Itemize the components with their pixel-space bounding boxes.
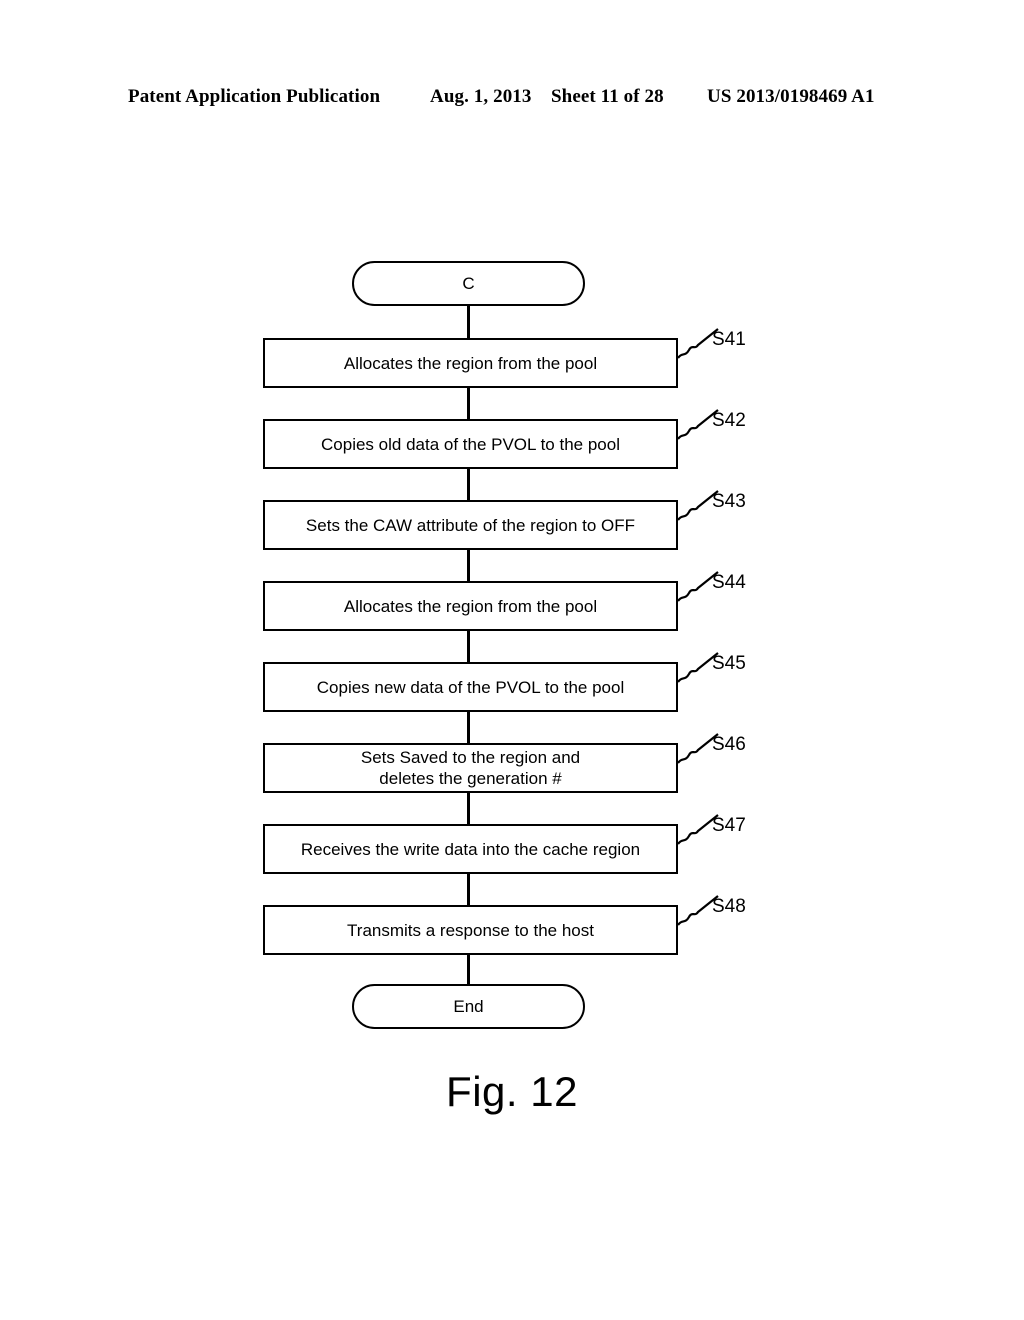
flowchart-step-s48: Transmits a response to the host	[263, 905, 678, 955]
step-s44-text: Allocates the region from the pool	[343, 596, 598, 616]
connector-s48-to-end	[467, 955, 470, 985]
step-s48-text: Transmits a response to the host	[347, 920, 594, 940]
end-terminal-label: End	[453, 997, 484, 1016]
connector-s47-to-s48	[467, 874, 470, 905]
flowchart-step-s41: Allocates the region from the pool	[263, 338, 678, 388]
connector-s42-to-s43	[467, 469, 470, 500]
flowchart-end-terminal: End	[352, 984, 585, 1029]
step-label-s47: S47	[712, 815, 746, 836]
step-label-s45: S45	[712, 653, 746, 674]
step-label-s48: S48	[712, 896, 746, 917]
figure-caption: Fig. 12	[446, 1068, 578, 1115]
flowchart-diagram: C Allocates the region from the pool S41…	[0, 0, 1024, 1320]
connector-s45-to-s46	[467, 712, 470, 743]
step-label-s41: S41	[712, 329, 746, 350]
flowchart-step-s42: Copies old data of the PVOL to the pool	[263, 419, 678, 469]
flowchart-step-s44: Allocates the region from the pool	[263, 581, 678, 631]
flowchart-start-terminal: C	[352, 261, 585, 306]
step-s43-text: Sets the CAW attribute of the region to …	[305, 515, 636, 535]
step-s46-text: Sets Saved to the region and deletes the…	[361, 747, 580, 789]
connector-start-to-s41	[467, 306, 470, 338]
step-s42-text: Copies old data of the PVOL to the pool	[321, 434, 620, 454]
step-s47-text: Receives the write data into the cache r…	[300, 839, 641, 859]
flowchart-step-s43: Sets the CAW attribute of the region to …	[263, 500, 678, 550]
step-label-s46: S46	[712, 734, 746, 755]
start-terminal-label: C	[462, 274, 475, 293]
step-label-s42: S42	[712, 410, 746, 431]
connector-s41-to-s42	[467, 388, 470, 419]
connector-s43-to-s44	[467, 550, 470, 581]
step-s45-text: Copies new data of the PVOL to the pool	[316, 677, 625, 697]
step-s41-text: Allocates the region from the pool	[343, 353, 598, 373]
flowchart-step-s45: Copies new data of the PVOL to the pool	[263, 662, 678, 712]
connector-s44-to-s45	[467, 631, 470, 662]
step-label-s43: S43	[712, 491, 746, 512]
step-label-s44: S44	[712, 572, 746, 593]
patent-drawing-page: Patent Application Publication Aug. 1, 2…	[0, 0, 1024, 1320]
step-s46-text-line2: deletes the generation #	[379, 769, 562, 788]
connector-s46-to-s47	[467, 793, 470, 824]
flowchart-step-s47: Receives the write data into the cache r…	[263, 824, 678, 874]
flowchart-step-s46: Sets Saved to the region and deletes the…	[263, 743, 678, 793]
step-s46-text-line1: Sets Saved to the region and	[360, 748, 581, 767]
